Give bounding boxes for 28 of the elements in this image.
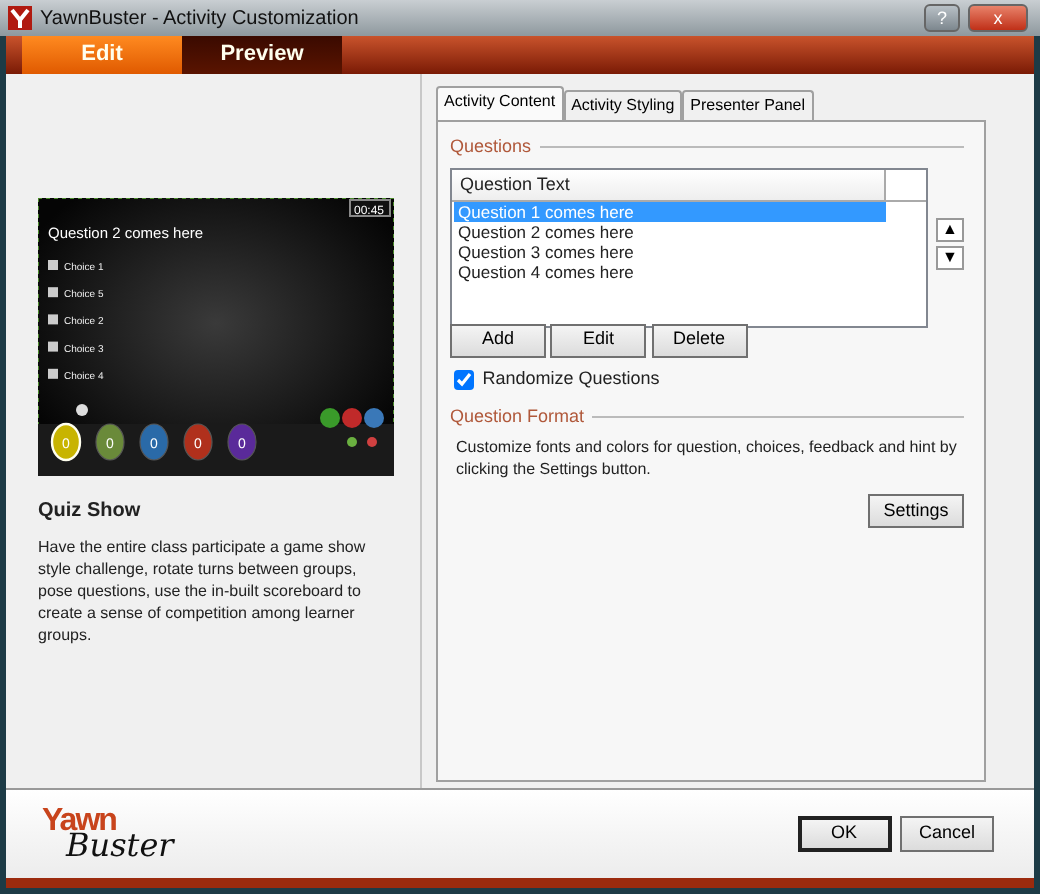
format-description: Customize fonts and colors for question, choices, feedback and hint by clicking the Settings button. (456, 436, 959, 480)
checkbox-label: Randomize Questions (482, 366, 660, 392)
activity-title: Quiz Show (38, 498, 143, 526)
question-list[interactable]: Question Text Question 1 comes here Question 2 comes here Question 3 comes here Question 4 comes here (450, 167, 928, 327)
mode-tab[interactable]: Preview (182, 36, 342, 74)
tab[interactable]: Activity Styling (563, 90, 683, 120)
move-up-button[interactable]: ▲ (936, 217, 964, 241)
pointer-icon (76, 404, 88, 416)
ok-button[interactable]: OK (797, 816, 891, 852)
randomize-checkbox[interactable] (454, 369, 474, 390)
window-title: YawnBuster - Activity Customization (40, 5, 359, 33)
app-icon (8, 6, 32, 30)
section-label: Questions (450, 134, 532, 160)
tab[interactable]: Activity Content (436, 86, 564, 120)
activity-description: Have the entire class participate a game show style challenge, rotate turns between groups, pose questions, use the in-built scoreboard to create a sense of competition among learner groups. (38, 536, 368, 646)
list-button[interactable]: Add (450, 323, 546, 357)
question-item[interactable]: Question 3 comes here (454, 242, 886, 262)
cancel-button[interactable]: Cancel (900, 816, 994, 852)
column-header[interactable]: Question Text (452, 169, 886, 200)
section-label: Question Format (450, 403, 585, 430)
question-item[interactable]: Question 4 comes here (454, 262, 886, 282)
move-down-button[interactable]: ▼ (936, 245, 964, 269)
close-button[interactable]: x (968, 4, 1028, 32)
list-button[interactable]: Delete (651, 323, 747, 357)
question-item[interactable]: Question 2 comes here (454, 222, 886, 242)
settings-button[interactable]: Settings (868, 494, 964, 528)
tab[interactable]: Presenter Panel (682, 90, 814, 120)
list-button[interactable]: Edit (550, 323, 647, 357)
